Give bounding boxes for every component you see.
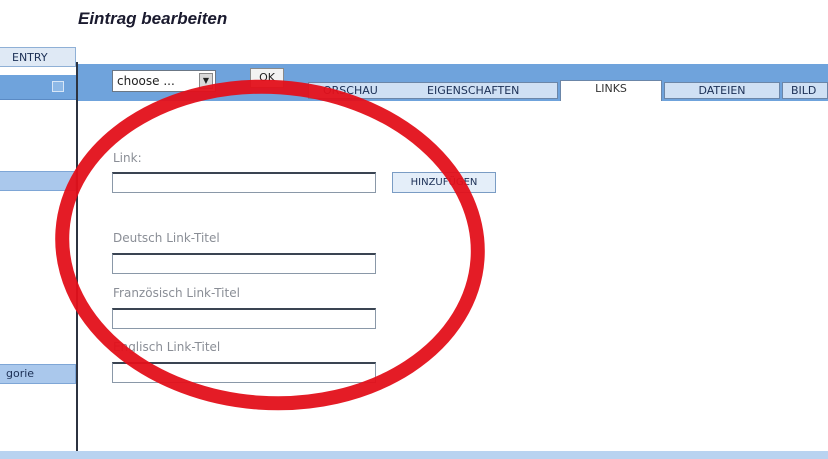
sidebar-item[interactable] — [0, 171, 76, 191]
title-en-label: Englisch Link-Titel — [113, 340, 221, 354]
link-input[interactable] — [112, 172, 376, 193]
sidebar-divider — [76, 62, 78, 459]
tab-links[interactable]: LINKS — [560, 80, 662, 101]
link-label: Link: — [113, 151, 142, 165]
chevron-down-icon[interactable]: ▼ — [199, 73, 213, 89]
sidebar-header-bar — [0, 75, 76, 100]
page-title: Eintrag bearbeiten — [78, 9, 228, 28]
ok-button[interactable]: OK — [250, 68, 284, 88]
tab-eigenschaften-label[interactable]: EIGENSCHAFTEN — [427, 83, 519, 99]
choose-select[interactable]: choose ... ▼ — [112, 70, 216, 92]
tab-vorschau-label: ORSCHAU — [323, 84, 378, 97]
tab-dateien[interactable]: DATEIEN — [664, 82, 780, 99]
sidebar-entry-tab[interactable]: ENTRY — [0, 47, 76, 67]
footer-bar — [0, 451, 828, 459]
title-de-label: Deutsch Link-Titel — [113, 231, 220, 245]
title-fr-label: Französisch Link-Titel — [113, 286, 240, 300]
title-fr-input[interactable] — [112, 308, 376, 329]
add-link-button[interactable]: HINZUFÜGEN — [392, 172, 496, 193]
window-icon[interactable] — [52, 81, 64, 92]
tab-vorschau[interactable]: ORSCHAU EIGENSCHAFTEN — [308, 82, 558, 99]
tab-bild[interactable]: BILD — [782, 82, 828, 99]
title-en-input[interactable] — [112, 362, 376, 383]
title-de-input[interactable] — [112, 253, 376, 274]
choose-select-value: choose ... — [117, 74, 175, 88]
sidebar-item-kategorie[interactable]: gorie — [0, 364, 76, 384]
